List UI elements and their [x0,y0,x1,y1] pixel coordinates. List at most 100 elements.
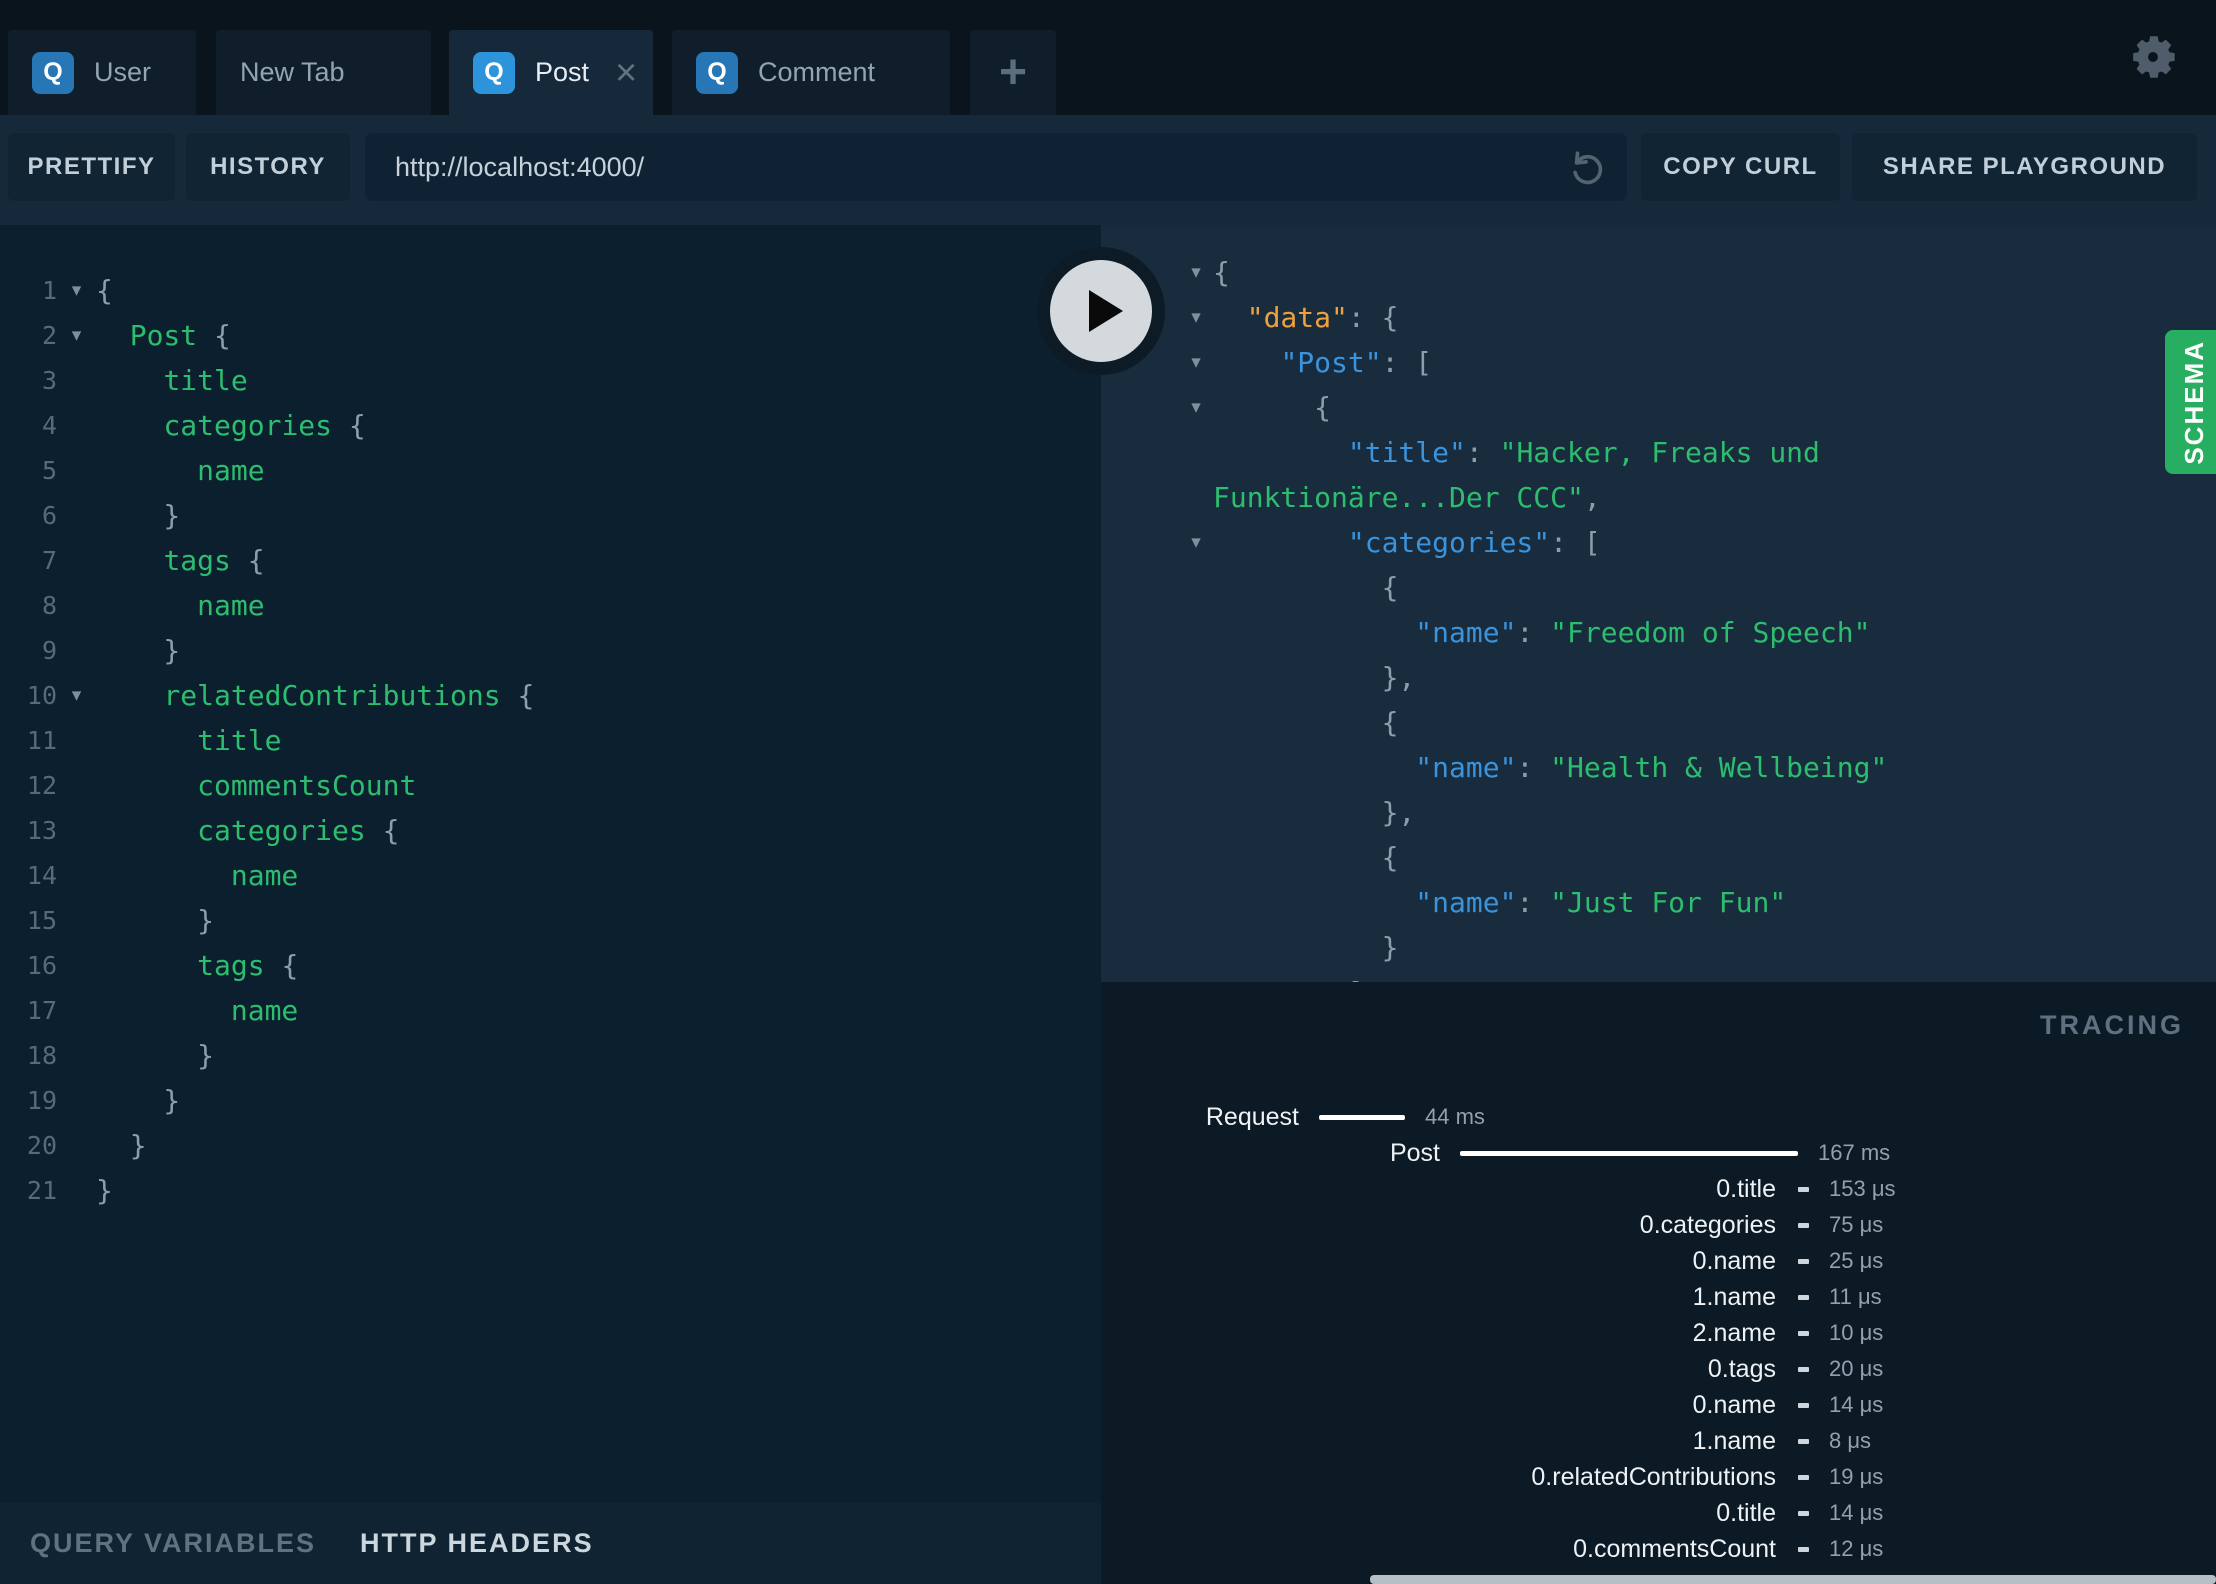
editor-line[interactable]: 13 categories { [0,808,1101,853]
editor-line[interactable]: 21} [0,1168,1101,1213]
history-button[interactable]: HISTORY [186,133,350,201]
editor-line[interactable]: 3 title [0,358,1101,403]
response-line: { [1213,841,1399,874]
tracing-duration-tick [1798,1474,1809,1480]
editor-bottom-bar: QUERY VARIABLES HTTP HEADERS [0,1503,1101,1584]
tracing-duration-tick [1798,1366,1809,1372]
tracing-duration-bar [1319,1114,1405,1120]
fold-arrow-icon[interactable]: ▾ [57,279,96,302]
tracing-row: 1.name 8 μs [1101,1424,2216,1458]
tracing-row: Post 167 ms [1101,1136,2216,1170]
tracing-duration-value: 44 ms [1425,1104,1485,1129]
editor-line[interactable]: 16 tags { [0,943,1101,988]
response-line: Funktionäre...Der CCC", [1213,481,1601,514]
tracing-duration-value: 20 μs [1829,1356,1884,1381]
editor-line[interactable]: 7 tags { [0,538,1101,583]
copy-curl-button[interactable]: COPY CURL [1641,133,1840,201]
horizontal-scrollbar[interactable] [1370,1575,2216,1584]
schema-tab-button[interactable]: SCHEMA [2165,330,2216,474]
editor-line[interactable]: 8 name [0,583,1101,628]
collapse-arrow-icon[interactable]: ▾ [1179,396,1213,419]
fold-arrow-icon[interactable]: ▾ [57,324,96,347]
editor-line[interactable]: 9 } [0,628,1101,673]
editor-line[interactable]: 20 } [0,1123,1101,1168]
editor-line[interactable]: 12 commentsCount [0,763,1101,808]
tracing-duration-value: 10 μs [1829,1320,1884,1345]
tab-post[interactable]: Q Post × [449,30,653,115]
tab-user[interactable]: Q User [8,30,196,115]
editor-line[interactable]: 10 ▾ relatedContributions { [0,673,1101,718]
editor-line[interactable]: 19 } [0,1078,1101,1123]
new-tab-button[interactable]: + [970,30,1056,115]
editor-line[interactable]: 1 ▾{ [0,268,1101,313]
editor-line[interactable]: 2 ▾ Post { [0,313,1101,358]
response-line: }, [1213,796,1416,829]
line-number: 2 [41,321,57,350]
tracing-row: 0.commentsCount 12 μs [1101,1532,2216,1566]
editor-line[interactable]: 14 name [0,853,1101,898]
editor-line[interactable]: 4 categories { [0,403,1101,448]
reload-schema-icon[interactable] [1565,145,1609,189]
collapse-arrow-icon[interactable]: ▾ [1179,306,1213,329]
settings-gear-icon[interactable] [2126,30,2180,84]
tracing-duration-value: 14 μs [1829,1500,1884,1525]
editor-line[interactable]: 11 title [0,718,1101,763]
tracing-row: 0.name 25 μs [1101,1244,2216,1278]
line-number: 4 [41,411,57,440]
share-playground-button[interactable]: SHARE PLAYGROUND [1852,133,2197,201]
execute-query-button[interactable] [1037,247,1165,375]
response-line: { [1213,706,1399,739]
tracing-duration-tick [1798,1402,1809,1408]
query-variables-tab[interactable]: QUERY VARIABLES [30,1528,316,1559]
close-tab-icon[interactable]: × [615,54,637,92]
response-json: ▾{▾ "data": {▾ "Post": [▾ { "title": "Ha… [1101,250,2216,982]
tracing-row-label: 0.name [1692,1246,1776,1275]
tracing-duration-tick [1798,1186,1809,1192]
tracing-duration-tick [1798,1510,1809,1516]
response-line: ▾ "data": { [1101,295,2216,340]
response-line: } [1213,931,1399,964]
endpoint-url-input[interactable] [365,151,1565,183]
query-editor-pane[interactable]: 1 ▾{2 ▾ Post {3 title 4 categories {5 name 6… [0,225,1101,1584]
tracing-row-label: 0.title [1716,1174,1776,1203]
response-line: ▾{ [1101,250,2216,295]
tracing-row: 0.title 14 μs [1101,1496,2216,1530]
tracing-row-label: Post [1389,1138,1440,1167]
tab-new-tab[interactable]: New Tab [216,30,431,115]
line-number: 12 [26,771,57,800]
tracing-duration-value: 11 μs [1829,1284,1882,1309]
line-number: 6 [41,501,57,530]
play-icon [1050,260,1152,362]
fold-arrow-icon[interactable]: ▾ [57,684,96,707]
line-number: 20 [26,1131,57,1160]
line-number: 21 [26,1176,57,1205]
tracing-row: 2.name 10 μs [1101,1316,2216,1350]
editor-line[interactable]: 18 } [0,1033,1101,1078]
response-line: }, [1213,661,1416,694]
tracing-duration-value: 8 μs [1829,1428,1872,1453]
prettify-button[interactable]: PRETTIFY [8,133,175,201]
collapse-arrow-icon[interactable]: ▾ [1179,531,1213,554]
tab-comment[interactable]: Q Comment [672,30,950,115]
tracing-duration-tick [1798,1330,1809,1336]
tracing-row-label: Request [1205,1102,1299,1131]
tracing-row: 0.title 153 μs [1101,1172,2216,1206]
tab-label: Post [535,57,590,87]
endpoint-url-bar [365,133,1627,201]
editor-line[interactable]: 17 name [0,988,1101,1033]
tab-bar: Q User New Tab Q Post × Q Comment + [0,0,2216,115]
tracing-duration-tick [1798,1546,1809,1552]
tracing-row-label: 2.name [1692,1318,1776,1347]
tracing-duration-value: 19 μs [1829,1464,1884,1489]
tracing-row: 0.tags 20 μs [1101,1352,2216,1386]
collapse-arrow-icon[interactable]: ▾ [1179,261,1213,284]
editor-line[interactable]: 15 } [0,898,1101,943]
http-headers-tab[interactable]: HTTP HEADERS [360,1528,594,1559]
editor-line[interactable]: 6 } [0,493,1101,538]
query-editor-code[interactable]: 1 ▾{2 ▾ Post {3 title 4 categories {5 name 6… [0,268,1101,1213]
line-number: 3 [41,366,57,395]
collapse-arrow-icon[interactable]: ▾ [1179,351,1213,374]
tracing-duration-value: 75 μs [1829,1212,1884,1237]
editor-line[interactable]: 5 name [0,448,1101,493]
query-badge-icon: Q [696,51,738,94]
